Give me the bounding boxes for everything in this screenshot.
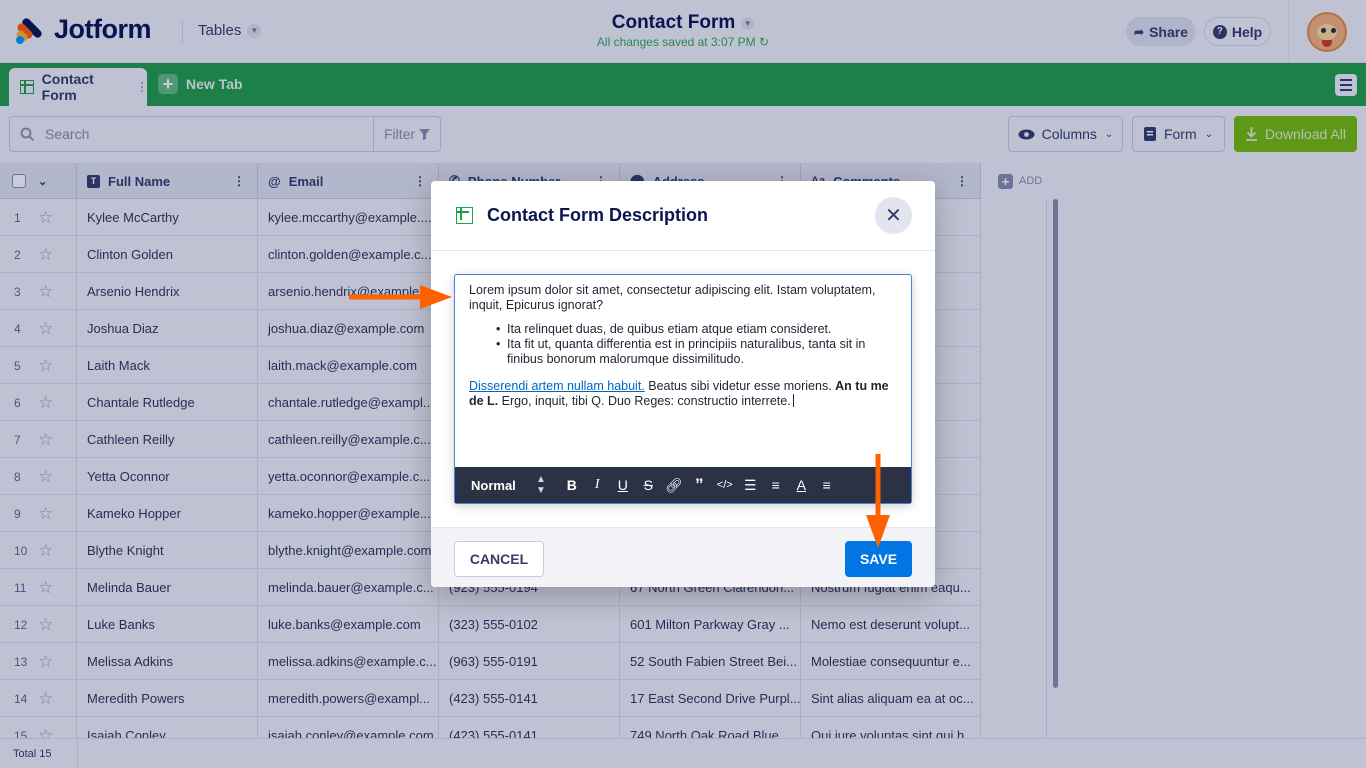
quote-icon[interactable]: ”	[687, 475, 713, 495]
table-icon	[456, 207, 473, 224]
ordered-list-icon[interactable]: ☰	[738, 477, 764, 494]
list-item: Ita fit ut, quanta differentia est in pr…	[496, 337, 899, 367]
modal-header: Contact Form Description	[431, 181, 935, 251]
bullet-list: Ita relinquet duas, de quibus etiam atqu…	[496, 322, 899, 367]
code-icon[interactable]: </>	[712, 479, 738, 491]
text-caret	[792, 394, 794, 407]
select-arrows-icon[interactable]: ▲ ▼	[531, 474, 551, 496]
description-modal: Contact Form Description ✕ Lorem ipsum d…	[431, 181, 935, 587]
cancel-button[interactable]: CANCEL	[454, 541, 544, 577]
link-icon[interactable]: 🔗︎	[661, 477, 687, 494]
bullet-list-icon[interactable]: ≡	[763, 477, 789, 493]
strikethrough-icon[interactable]: S	[636, 477, 662, 493]
close-button[interactable]: ✕	[875, 197, 912, 234]
align-icon[interactable]: ≡	[814, 477, 840, 493]
underline-icon[interactable]: U	[610, 477, 636, 493]
bold-icon[interactable]: B	[559, 477, 585, 493]
paragraph: Disserendi artem nullam habuit. Beatus s…	[469, 379, 889, 408]
editor-toolbar: Normal ▲ ▼ B I U S 🔗︎ ” </> ☰ ≡ A ≡	[455, 467, 911, 503]
paragraph: Lorem ipsum dolor sit amet, consectetur …	[469, 283, 876, 312]
italic-icon[interactable]: I	[585, 477, 611, 493]
rich-text-editor[interactable]: Lorem ipsum dolor sit amet, consectetur …	[454, 274, 912, 504]
modal-title: Contact Form Description	[487, 205, 709, 225]
list-item: Ita relinquet duas, de quibus etiam atqu…	[496, 322, 899, 337]
save-button[interactable]: SAVE	[845, 541, 912, 577]
text-color-icon[interactable]: A	[789, 477, 815, 493]
format-select[interactable]: Normal	[471, 478, 531, 493]
editor-content[interactable]: Lorem ipsum dolor sit amet, consectetur …	[469, 283, 899, 423]
link[interactable]: Disserendi artem nullam habuit.	[469, 379, 645, 393]
modal-footer: CANCEL SAVE	[431, 527, 935, 587]
close-icon: ✕	[885, 205, 902, 227]
